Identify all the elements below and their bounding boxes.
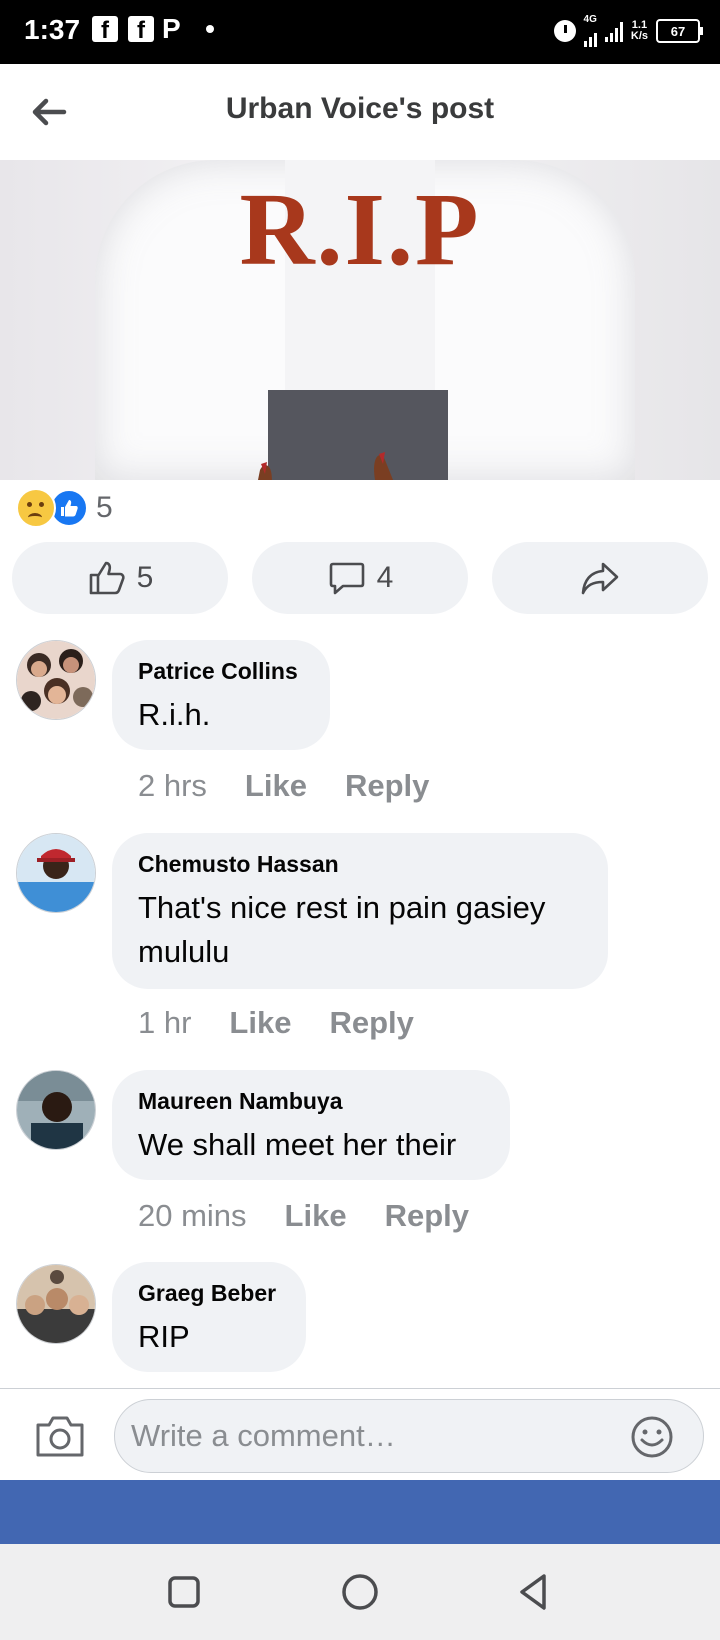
avatar[interactable] [16,833,96,913]
comment-input[interactable] [114,1399,704,1473]
comment-bubble[interactable]: Chemusto Hassan That's nice rest in pain… [112,833,608,989]
comment-meta: 1 hr Like Reply [138,1005,414,1041]
reaction-count: 5 [96,491,113,524]
share-icon [581,562,619,595]
page-title: Urban Voice's post [225,92,495,125]
comment-time: 1 hr [138,1005,192,1040]
comment-text: RIP [138,1319,190,1354]
dot-icon [206,14,214,44]
comment-like-button[interactable]: Like [229,1005,291,1041]
like-button[interactable]: 5 [12,542,228,614]
facebook-notification-icon: f [128,14,154,44]
alarm-icon [553,20,576,42]
comment-count: 4 [376,561,394,594]
post-image[interactable]: R.I.P [0,160,720,480]
thumbs-up-icon [89,561,125,595]
avatar[interactable] [16,1264,96,1344]
comment-meta: 20 mins Like Reply [138,1198,469,1234]
battery-icon: 67 [656,19,703,43]
thumbs-up-hand-left [258,462,272,480]
back-icon[interactable] [512,1570,556,1614]
comment-author[interactable]: Graeg Beber [138,1280,280,1307]
status-bar: 1:37 f f P 4G 1.1 K/s 67 [0,0,720,64]
comment-author[interactable]: Maureen Nambuya [138,1088,484,1115]
post-header: Urban Voice's post [0,64,720,161]
signal-icon [604,20,623,42]
status-time: 1:37 [24,14,81,45]
comment-meta: 2 hrs Like Reply [138,768,429,804]
home-icon[interactable] [338,1570,382,1614]
avatar[interactable] [16,640,96,720]
comment-text: That's nice rest in pain gasiey mululu [138,890,546,969]
camera-icon[interactable] [34,1413,86,1459]
network-speed: 1.1 K/s [630,19,648,42]
comment-bubble[interactable]: Patrice Collins R.i.h. [112,640,330,750]
comment-text: We shall meet her their [138,1127,457,1162]
status-right: 4G 1.1 K/s 67 [553,14,703,48]
rip-image-text: R.I.P [239,172,481,287]
comment-reply-button[interactable]: Reply [345,768,429,804]
comment-reply-button[interactable]: Reply [329,1005,413,1041]
network-type: 4G [584,15,597,47]
sad-reaction-icon [16,488,56,528]
comment-time: 2 hrs [138,768,207,803]
comment-composer [0,1388,720,1481]
system-nav-bar [0,1544,720,1640]
comment-button[interactable]: 4 [252,542,468,614]
comment-author[interactable]: Chemusto Hassan [138,851,582,878]
recents-icon[interactable] [162,1570,206,1614]
comment-bubble-icon [329,562,364,595]
thumbs-up-hand-right [374,452,393,480]
emoji-icon[interactable] [630,1415,674,1459]
share-button[interactable] [492,542,708,614]
avatar[interactable] [16,1070,96,1150]
comment-text: R.i.h. [138,697,211,732]
comment-time: 20 mins [138,1198,247,1233]
reaction-summary[interactable]: 5 [16,488,113,528]
comment-like-button[interactable]: Like [245,768,307,804]
comment-like-button[interactable]: Like [285,1198,347,1234]
like-count: 5 [136,561,154,594]
brand-band [0,1480,720,1544]
post-actions: 5 4 [12,542,708,614]
facebook-notification-icon: f [92,14,118,44]
comment-bubble[interactable]: Maureen Nambuya We shall meet her their [112,1070,510,1180]
comment-reply-button[interactable]: Reply [385,1198,469,1234]
pinterest-notification-icon: P [162,13,181,44]
comment-author[interactable]: Patrice Collins [138,658,304,685]
comment-bubble[interactable]: Graeg Beber RIP [112,1262,306,1372]
